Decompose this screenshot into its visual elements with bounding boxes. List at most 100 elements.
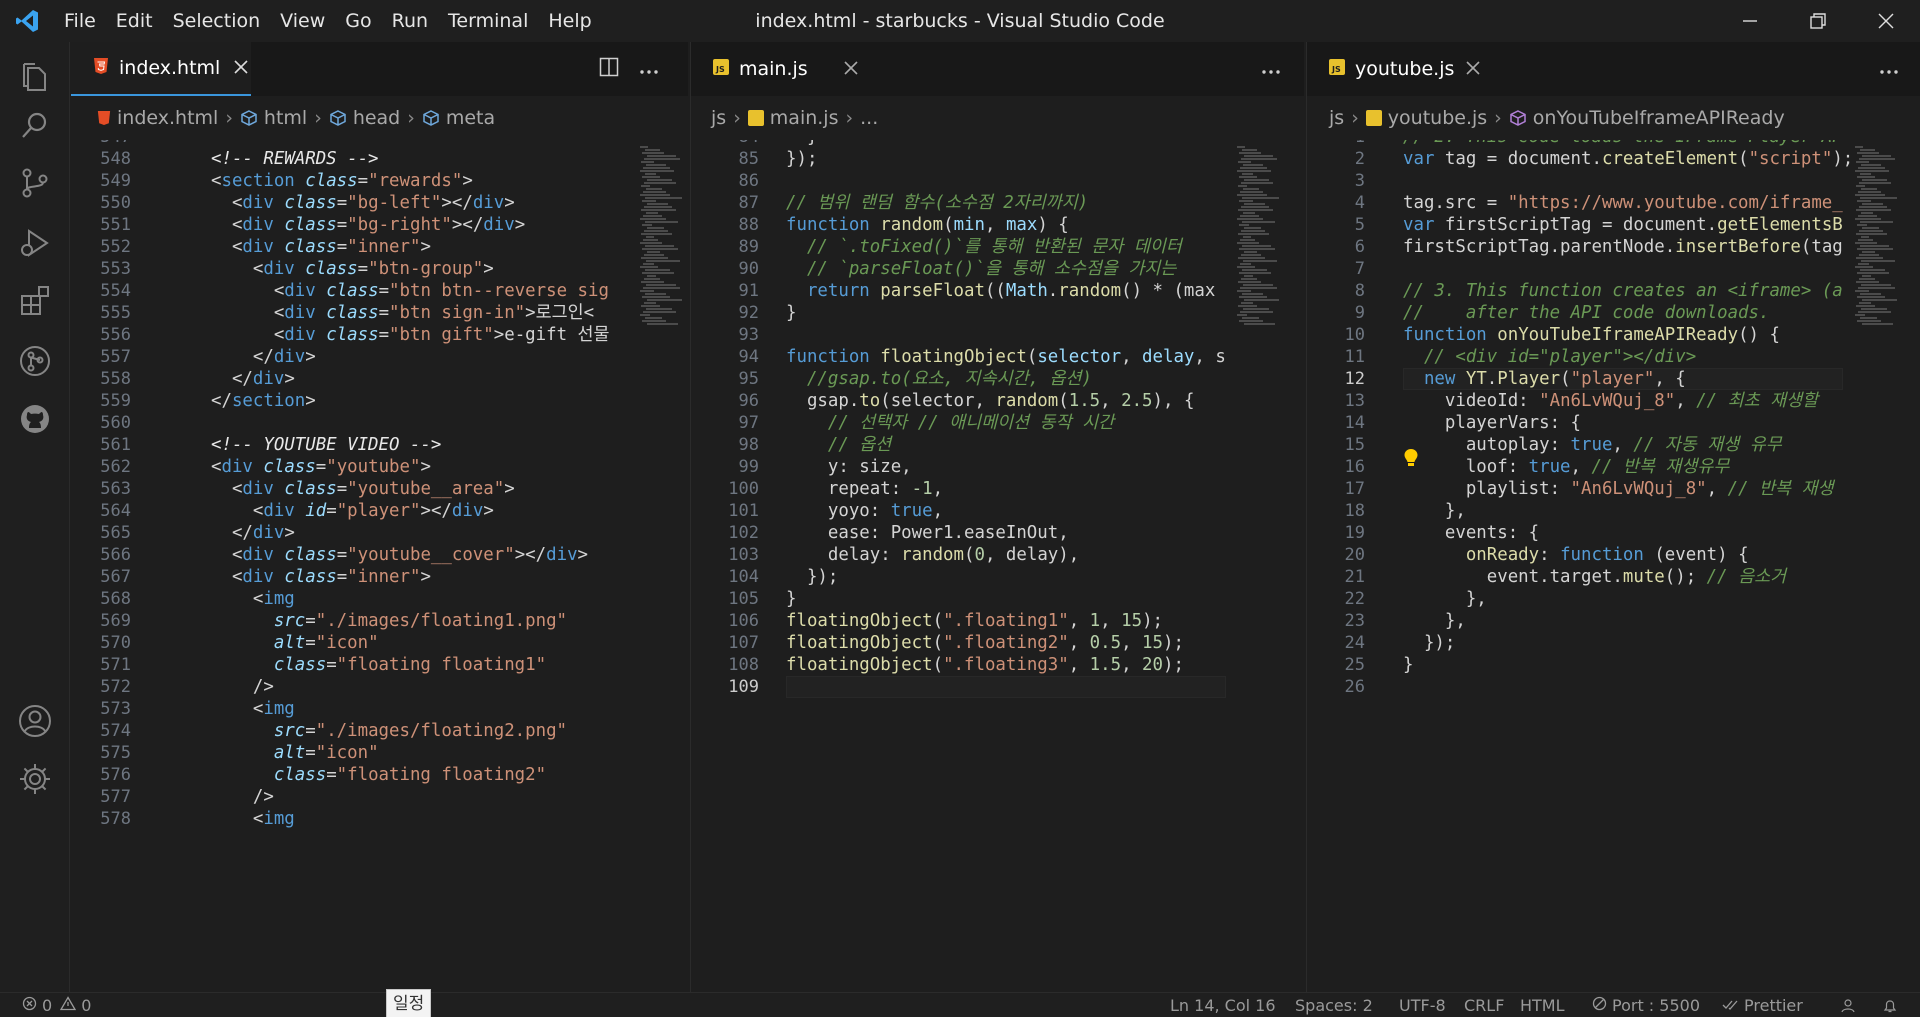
line-number: 554 [100,281,131,301]
close-tab-icon[interactable] [1466,58,1480,80]
menu-help[interactable]: Help [538,0,601,42]
breadcrumb-symbol[interactable]: ... [860,107,878,129]
line-number: 565 [100,523,131,543]
restore-button[interactable] [1784,0,1852,42]
minimap-line [1242,269,1267,271]
live-server-port[interactable]: Port : 5500 [1592,993,1700,1017]
encoding[interactable]: UTF-8 [1399,993,1446,1017]
tab-index-html[interactable]: index.html [71,42,251,96]
line-number: 9 [1354,303,1365,323]
minimap-line [1860,317,1877,319]
minimap-line [647,323,678,325]
minimap-line [1857,248,1893,250]
minimap-line [1859,278,1875,280]
line-number: 14 [1344,413,1365,433]
breadcrumb-head[interactable]: head [329,107,400,129]
code-editor[interactable]: 1 // 2. This code loads the IFrame Player… [1307,140,1920,992]
menu-view[interactable]: View [270,0,335,42]
code-line: event.target.mute(); // 음소거 [1403,567,1787,587]
split-editor-icon[interactable] [599,57,619,81]
minimap[interactable] [1855,140,1903,992]
line-number: 17 [1344,479,1365,499]
minimap-line [641,185,650,187]
line-number: 548 [100,149,131,169]
menu-edit[interactable]: Edit [106,0,163,42]
menu-file[interactable]: File [54,0,106,42]
minimap-line [1861,236,1869,238]
notifications-bell-icon[interactable] [1882,993,1898,1017]
code-line: }, [1403,611,1466,631]
code-editor[interactable]: 547548 <!-- REWARDS --> 549 <section class=… [71,140,688,992]
code-line: }, [1403,589,1487,609]
cursor-position[interactable]: Ln 14, Col 16 [1170,993,1276,1017]
menu-selection[interactable]: Selection [163,0,271,42]
minimap-line [1859,254,1879,256]
minimap-line [1244,299,1279,301]
code-line: repeat: -1, [786,479,944,499]
line-number: 10 [1344,325,1365,345]
menu-go[interactable]: Go [335,0,381,42]
language-mode[interactable]: HTML [1520,993,1565,1017]
line-number: 11 [1344,347,1365,367]
code-line: y: size, [786,457,912,477]
minimap-line [1240,215,1259,217]
breadcrumb-meta[interactable]: meta [422,107,495,129]
problems-indicator[interactable]: 0 0 [22,993,91,1017]
more-actions-icon[interactable] [639,60,659,79]
breadcrumb-symbol[interactable]: onYouTubeIframeAPIReady [1509,107,1785,129]
indentation[interactable]: Spaces: 2 [1295,993,1373,1017]
minimap-line [1859,302,1871,304]
minimap-line [642,152,664,154]
minimap-line [640,146,648,148]
close-tab-icon[interactable] [844,58,858,80]
prettier-status[interactable]: Prettier [1722,993,1803,1017]
warning-count: 0 [81,996,92,1015]
line-number: 571 [100,655,131,675]
close-window-button[interactable] [1852,0,1920,42]
tab-main-js[interactable]: JS main.js [691,42,867,96]
code-line: events: { [1403,523,1540,543]
minimap-line [640,242,662,244]
code-line: // 2. This code loads the IFrame Player … [1403,140,1843,148]
line-number: 20 [1344,545,1365,565]
line-number: 19 [1344,523,1365,543]
breadcrumb-file[interactable]: youtube.js [1365,107,1487,129]
minimap-line [1243,284,1273,286]
code-line: } [786,303,797,323]
breadcrumb-file[interactable]: main.js [747,107,839,129]
line-endings[interactable]: CRLF [1464,993,1504,1017]
breadcrumb-folder[interactable]: js [711,107,726,129]
tab-bar: JS main.js [691,42,1304,96]
code-line: </div> [211,523,295,543]
menu-run[interactable]: Run [382,0,438,42]
line-number: 4 [1354,193,1365,213]
line-number: 106 [728,611,759,631]
code-line: new YT.Player("player", { [1403,369,1686,389]
minimap-line [641,161,654,163]
tab-youtube-js[interactable]: JS youtube.js [1307,42,1483,96]
minimap[interactable] [1237,140,1285,992]
more-actions-icon[interactable] [1879,60,1899,79]
minimap-line [1862,299,1897,301]
minimap-line [1244,203,1265,205]
breadcrumb-file[interactable]: index.html [97,107,218,129]
settings-gear-icon[interactable] [0,744,70,814]
breadcrumb-folder[interactable]: js [1329,107,1344,129]
close-tab-icon[interactable] [234,57,248,79]
minimap-line [1239,296,1267,298]
minimap[interactable] [640,140,688,992]
minimize-button[interactable] [1716,0,1784,42]
minimap-line [1238,257,1265,259]
accounts-status-icon[interactable] [1840,993,1856,1017]
code-line: <div id="player"></div> [211,501,494,521]
more-actions-icon[interactable] [1261,60,1281,79]
github-icon[interactable] [0,384,70,454]
menu-terminal[interactable]: Terminal [438,0,538,42]
minimap-line [1859,206,1887,208]
code-editor[interactable]: 84 } 85}); 8687 // 범위 랜덤 함수(소수점 2자리까지) 88 fun… [691,140,1304,992]
breadcrumb-html[interactable]: html [240,107,307,129]
vscode-logo-icon [0,0,54,42]
line-number: 108 [728,655,759,675]
minimap-line [640,218,666,220]
code-line: // 옵션 [786,435,892,455]
